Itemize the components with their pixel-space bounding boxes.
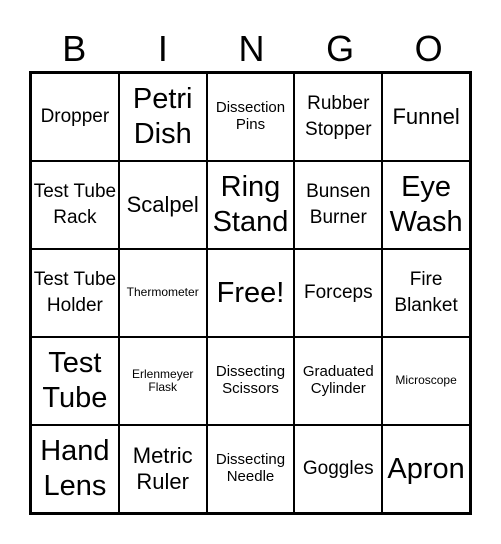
bingo-cell[interactable]: Fire Blanket bbox=[382, 249, 470, 337]
free-cell[interactable]: Free! bbox=[206, 249, 295, 337]
header-letter-i: I bbox=[157, 28, 168, 69]
bingo-cell[interactable]: Bunsen Burner bbox=[294, 161, 383, 249]
header-letter-b: B bbox=[62, 28, 87, 69]
bingo-cell[interactable]: Scalpel bbox=[118, 161, 207, 249]
bingo-cell[interactable]: Microscope bbox=[382, 337, 470, 425]
bingo-cell[interactable]: Rubber Stopper bbox=[294, 73, 383, 161]
bingo-cell[interactable]: Ring Stand bbox=[206, 161, 295, 249]
bingo-cell[interactable]: Test Tube bbox=[31, 337, 119, 425]
bingo-grid: Dropper Petri Dish Dissection Pins Rubbe… bbox=[29, 71, 472, 515]
bingo-header: B I N G O bbox=[30, 28, 473, 70]
bingo-cell[interactable]: Test Tube Holder bbox=[31, 249, 119, 337]
header-letter-n: N bbox=[238, 28, 265, 69]
bingo-cell[interactable]: Graduated Cylinder bbox=[294, 337, 383, 425]
bingo-cell[interactable]: Metric Ruler bbox=[118, 425, 207, 513]
bingo-cell[interactable]: Goggles bbox=[294, 425, 383, 513]
bingo-cell[interactable]: Dissecting Scissors bbox=[206, 337, 295, 425]
bingo-cell[interactable]: Dropper bbox=[31, 73, 119, 161]
bingo-cell[interactable]: Petri Dish bbox=[118, 73, 207, 161]
bingo-cell[interactable]: Test Tube Rack bbox=[31, 161, 119, 249]
bingo-cell[interactable]: Dissection Pins bbox=[206, 73, 295, 161]
bingo-cell[interactable]: Thermometer bbox=[118, 249, 207, 337]
bingo-cell[interactable]: Dissecting Needle bbox=[206, 425, 295, 513]
header-letter-g: G bbox=[326, 28, 355, 69]
bingo-cell[interactable]: Forceps bbox=[294, 249, 383, 337]
bingo-cell[interactable]: Apron bbox=[382, 425, 470, 513]
header-letter-o: O bbox=[414, 28, 443, 69]
bingo-cell[interactable]: Eye Wash bbox=[382, 161, 470, 249]
bingo-cell[interactable]: Hand Lens bbox=[31, 425, 119, 513]
bingo-cell[interactable]: Funnel bbox=[382, 73, 470, 161]
bingo-cell[interactable]: Erlenmeyer Flask bbox=[118, 337, 207, 425]
